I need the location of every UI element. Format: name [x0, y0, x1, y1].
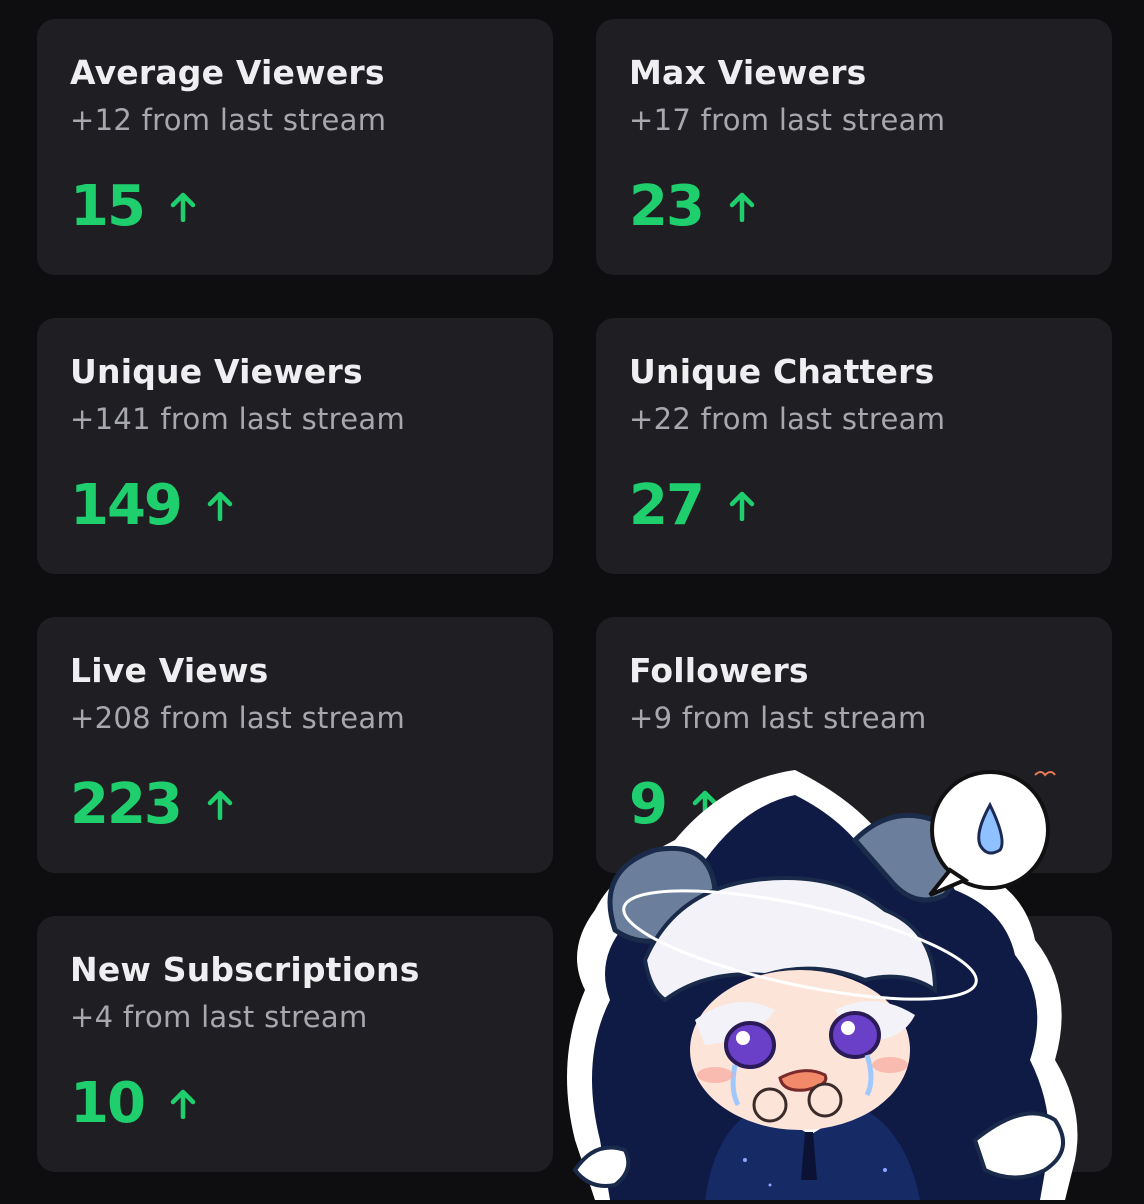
stat-value-row: 15: [70, 176, 521, 238]
stat-delta: +17 from last stream: [629, 103, 946, 137]
arrow-up-icon: [170, 192, 196, 222]
stat-delta: +12 from last stream: [70, 103, 387, 137]
stat-delta: +208 from last stream: [70, 701, 406, 735]
stat-title: Unique Chatters: [629, 352, 935, 391]
stat-title: New Subscriptions: [70, 950, 420, 989]
stat-value: 15: [70, 174, 146, 239]
stat-title: Unique Viewers: [70, 352, 363, 391]
arrow-up-icon: [207, 491, 233, 521]
stat-value-row: 23: [629, 176, 1080, 238]
arrow-up-icon: [207, 790, 233, 820]
stat-card-live-views: Live Views +208 from last stream 223: [37, 617, 553, 873]
stat-value: 10: [70, 1071, 146, 1136]
stat-delta: +9 from last stream: [629, 701, 927, 735]
stat-card-unique-chatters: Unique Chatters +22 from last stream 27: [596, 318, 1112, 574]
arrow-up-icon: [729, 192, 755, 222]
stat-card-new-subscriptions: New Subscriptions +4 from last stream 10: [37, 916, 553, 1172]
chibi-character-sticker: [555, 760, 1095, 1200]
stat-value: 23: [629, 174, 705, 239]
stat-card-average-viewers: Average Viewers +12 from last stream 15: [37, 19, 553, 275]
stat-card-unique-viewers: Unique Viewers +141 from last stream 149: [37, 318, 553, 574]
stat-value: 27: [629, 473, 705, 538]
arrow-up-icon: [729, 491, 755, 521]
stat-value-row: 223: [70, 774, 521, 836]
stat-delta: +22 from last stream: [629, 402, 946, 436]
stat-title: Followers: [629, 651, 809, 690]
stat-value-row: 149: [70, 475, 521, 537]
stat-card-max-viewers: Max Viewers +17 from last stream 23: [596, 19, 1112, 275]
stat-value: 149: [70, 473, 183, 538]
stat-title: Live Views: [70, 651, 269, 690]
stat-value-row: 10: [70, 1073, 521, 1135]
stat-value: 223: [70, 772, 183, 837]
stat-title: Average Viewers: [70, 53, 385, 92]
stat-delta: +141 from last stream: [70, 402, 406, 436]
arrow-up-icon: [170, 1089, 196, 1119]
stat-delta: +4 from last stream: [70, 1000, 368, 1034]
stat-value-row: 27: [629, 475, 1080, 537]
stat-title: Max Viewers: [629, 53, 867, 92]
